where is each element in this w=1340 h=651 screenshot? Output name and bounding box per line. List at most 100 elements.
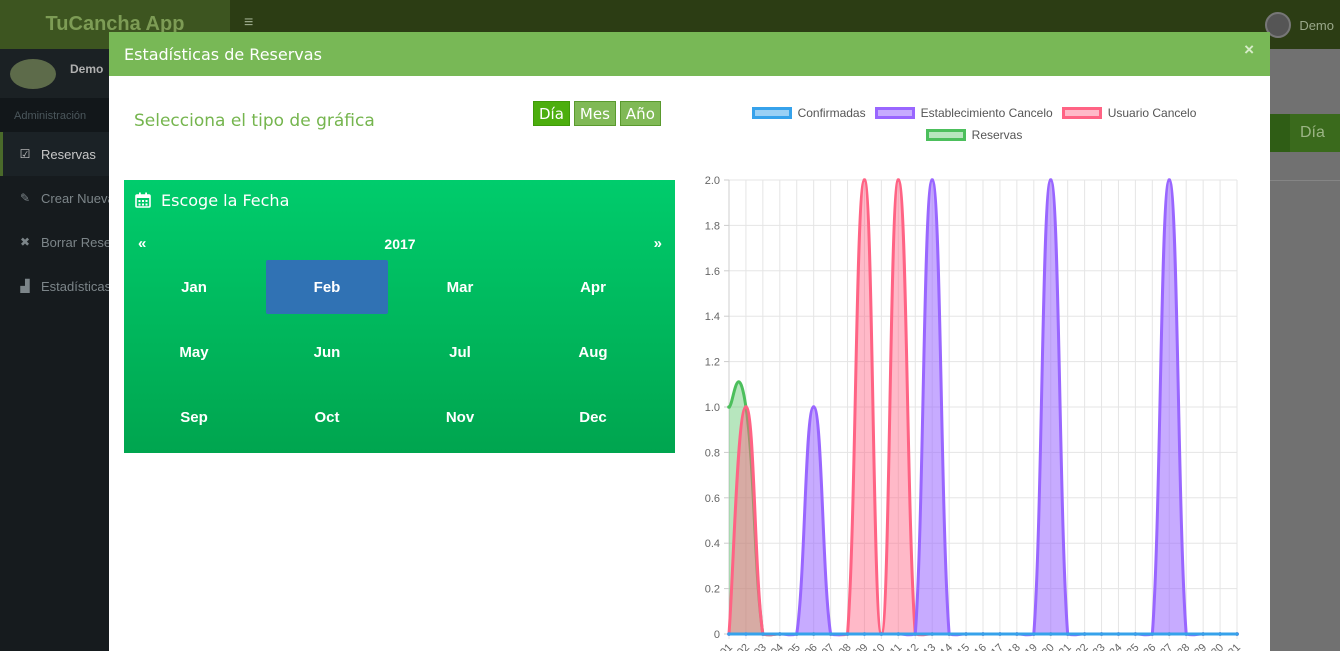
month-nov[interactable]: Nov: [399, 390, 521, 444]
legend-label: Reservas: [971, 128, 1023, 142]
x-tick-label: 30: [1209, 642, 1226, 651]
legend-item[interactable]: Reservas: [925, 128, 1023, 142]
month-dec[interactable]: Dec: [532, 390, 654, 444]
data-point: [930, 632, 934, 636]
x-tick-label: 01: [718, 642, 735, 651]
data-point: [1048, 178, 1053, 182]
data-point: [896, 632, 901, 636]
y-tick-label: 0.8: [705, 447, 720, 459]
y-tick-label: 1.4: [705, 311, 720, 323]
data-point: [1116, 632, 1121, 636]
type-button-ano[interactable]: Año: [619, 101, 661, 126]
pencil-icon: ✎: [19, 191, 31, 205]
x-tick-label: 12: [904, 642, 921, 651]
area-chart-icon: ▟: [20, 279, 30, 293]
data-point: [862, 632, 867, 636]
data-point: [1201, 632, 1205, 636]
x-tick-label: 16: [972, 642, 989, 651]
legend-item[interactable]: Confirmadas: [751, 106, 866, 120]
chart-svg: 00.20.40.60.81.01.21.41.61.82.001 02 03 04 0…: [705, 175, 1243, 651]
data-point: [1082, 632, 1087, 636]
x-tick-label: 09: [853, 642, 870, 651]
sidebar-item-label: Reservas: [41, 146, 96, 162]
type-button-mes[interactable]: Mes: [573, 101, 616, 126]
data-point: [1167, 178, 1172, 182]
type-button-dia[interactable]: Día: [533, 101, 570, 126]
chart-legend: Confirmadas Establecimiento Cancelo Usuari…: [689, 102, 1259, 146]
next-year-button[interactable]: »: [654, 235, 662, 252]
avatar: [10, 58, 56, 89]
calendar-check-icon: ☑: [19, 147, 31, 161]
month-jan[interactable]: Jan: [133, 260, 255, 314]
x-tick-label: 23: [1091, 642, 1108, 651]
legend-label: Usuario Cancelo: [1107, 106, 1197, 120]
month-jul[interactable]: Jul: [399, 325, 521, 379]
data-point: [913, 632, 918, 636]
data-point: [744, 405, 748, 409]
data-point: [947, 632, 951, 636]
month-may[interactable]: May: [133, 325, 255, 379]
legend-label: Establecimiento Cancelo: [920, 106, 1053, 120]
x-tick-label: 28: [1175, 642, 1192, 651]
month-sep[interactable]: Sep: [133, 390, 255, 444]
data-point: [964, 632, 968, 636]
x-tick-label: 22: [1074, 642, 1091, 651]
y-tick-label: 0.6: [705, 493, 720, 505]
modal-header: Estadísticas de Reservas ×: [109, 32, 1270, 76]
y-tick-label: 2.0: [705, 175, 720, 187]
x-tick-label: 17: [989, 642, 1006, 651]
x-tick-label: 14: [938, 642, 955, 651]
legend-row: Reservas: [689, 124, 1259, 146]
x-tick-label: 20: [1040, 642, 1057, 651]
month-feb[interactable]: Feb: [266, 260, 388, 314]
data-point: [744, 632, 748, 636]
user-menu[interactable]: Demo: [1265, 12, 1334, 38]
statistics-modal: Estadísticas de Reservas × Selecciona el…: [109, 32, 1270, 651]
data-point: [930, 178, 934, 182]
legend-label: Confirmadas: [797, 106, 866, 120]
data-point: [727, 632, 731, 636]
divider: [1270, 180, 1340, 181]
year-switch[interactable]: 2017: [138, 236, 662, 252]
calendar-icon: [135, 192, 151, 208]
calendar-nav: « 2017 »: [138, 235, 662, 255]
legend-swatch: [1061, 107, 1102, 119]
y-tick-label: 1.2: [705, 357, 720, 369]
month-aug[interactable]: Aug: [532, 325, 654, 379]
data-point: [828, 632, 833, 636]
data-point: [727, 405, 731, 409]
x-tick-label: 25: [1124, 642, 1141, 651]
month-jun[interactable]: Jun: [266, 325, 388, 379]
data-point: [998, 632, 1002, 636]
x-tick-label: 11: [888, 642, 905, 651]
x-tick-label: 31: [1226, 642, 1243, 651]
x-tick-label: 26: [1141, 642, 1158, 651]
month-mar[interactable]: Mar: [399, 260, 521, 314]
x-tick-label: 08: [837, 642, 854, 651]
reservations-chart: Confirmadas Establecimiento Cancelo Usuari…: [689, 94, 1259, 651]
x-tick-label: 29: [1192, 642, 1209, 651]
y-tick-label: 1.6: [705, 266, 720, 278]
y-tick-label: 0.4: [705, 538, 720, 550]
month-apr[interactable]: Apr: [532, 260, 654, 314]
y-tick-label: 1.0: [705, 402, 720, 414]
x-tick-label: 03: [752, 642, 769, 651]
data-point: [1235, 632, 1239, 636]
legend-row: Confirmadas Establecimiento Cancelo Usuari…: [689, 102, 1259, 124]
month-oct[interactable]: Oct: [266, 390, 388, 444]
background-button: Día: [1290, 114, 1340, 152]
x-tick-label: 10: [870, 642, 887, 651]
data-point: [1218, 632, 1222, 636]
menu-toggle-icon[interactable]: ≡: [244, 14, 253, 32]
close-button[interactable]: ×: [1244, 40, 1254, 60]
month-grid: Jan Feb Mar Apr May Jun Jul Aug Sep Oct Nov Dec: [133, 260, 665, 444]
legend-item[interactable]: Establecimiento Cancelo: [874, 106, 1053, 120]
calendar-title: Escoge la Fecha: [161, 190, 290, 210]
sidebar-item-label: Crear Nueva: [41, 190, 115, 206]
data-point: [1133, 632, 1138, 636]
x-tick-label: 13: [921, 642, 938, 651]
y-tick-label: 0: [714, 629, 720, 641]
legend-item[interactable]: Usuario Cancelo: [1061, 106, 1197, 120]
modal-title: Estadísticas de Reservas: [124, 44, 322, 64]
data-point: [896, 178, 901, 182]
